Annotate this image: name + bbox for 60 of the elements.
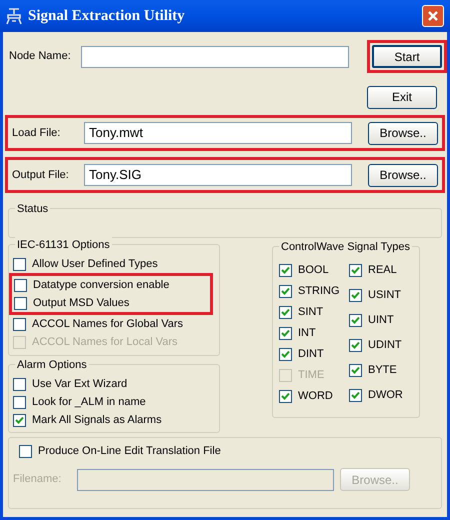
field-label: Filename:	[13, 472, 62, 488]
checkbox-label: BYTE	[368, 362, 397, 378]
checkbox-label: Use Var Ext Wizard	[32, 376, 128, 392]
close-button[interactable]	[422, 5, 444, 27]
checkbox-label: Produce On-Line Edit Translation File	[38, 444, 221, 459]
group-title: Alarm Options	[15, 357, 89, 374]
checkbox[interactable]	[14, 278, 27, 292]
checkbox-label: UINT	[368, 312, 394, 328]
checkbox[interactable]	[279, 390, 292, 402]
checkbox[interactable]	[13, 414, 26, 426]
field-label: Output File:	[12, 168, 70, 183]
checkbox-label: Look for _ALM in name	[32, 394, 146, 410]
exit-button[interactable]: Exit	[367, 86, 437, 108]
field-label: Node Name:	[9, 49, 72, 64]
checkbox[interactable]	[13, 318, 26, 330]
checkbox-label: INT	[298, 326, 316, 341]
checkbox[interactable]	[279, 326, 292, 340]
window-title: Signal Extraction Utility	[28, 6, 186, 26]
checkbox[interactable]	[279, 284, 292, 298]
group-title: IEC-61131 Options	[15, 237, 112, 254]
filename-field[interactable]	[77, 468, 334, 490]
checkbox[interactable]	[14, 296, 27, 310]
checkbox[interactable]	[13, 258, 26, 270]
checkbox[interactable]	[349, 288, 362, 302]
checkbox[interactable]	[279, 264, 292, 276]
start-button[interactable]: Start	[372, 45, 442, 68]
checkbox-label: DINT	[298, 346, 324, 362]
checkbox-label: UDINT	[368, 338, 402, 353]
close-icon	[427, 10, 439, 22]
file-field[interactable]: Tony.SIG	[84, 164, 352, 186]
group-title: ControlWave Signal Types	[279, 239, 412, 256]
checkbox[interactable]	[13, 396, 26, 408]
checkbox[interactable]	[13, 378, 26, 390]
node-name-field[interactable]	[80, 46, 349, 68]
checkbox-label: USINT	[368, 288, 401, 303]
checkbox[interactable]	[349, 364, 362, 376]
checkbox-label: Output MSD Values	[33, 296, 130, 311]
file-field[interactable]: Tony.mwt	[84, 122, 352, 144]
checkbox[interactable]	[349, 388, 362, 402]
checkbox-label: DWOR	[368, 388, 403, 403]
checkbox[interactable]	[279, 348, 292, 360]
field-label: Load File:	[12, 126, 62, 141]
checkbox-label: Datatype conversion enable	[33, 278, 170, 293]
checkbox[interactable]	[349, 338, 362, 352]
browse-button[interactable]: Browse..	[368, 164, 438, 186]
checkbox-label: ACCOL Names for Global Vars	[32, 316, 183, 332]
checkbox[interactable]	[349, 264, 362, 276]
checkbox[interactable]	[279, 306, 292, 318]
checkbox-label: STRING	[298, 284, 340, 299]
browse-button[interactable]: Browse..	[368, 122, 438, 144]
checkbox[interactable]	[349, 314, 362, 326]
checkbox-label: ACCOL Names for Local Vars	[32, 334, 178, 350]
checkbox-label: TIME	[298, 368, 324, 383]
checkbox-label: Mark All Signals as Alarms	[32, 412, 162, 428]
checkbox-label: BOOL	[298, 262, 329, 278]
checkbox-label: Allow User Defined Types	[32, 256, 158, 272]
app-icon	[6, 7, 22, 25]
checkbox-label: WORD	[298, 388, 333, 404]
checkbox-label: REAL	[368, 262, 397, 278]
checkbox-label: SINT	[298, 304, 324, 320]
